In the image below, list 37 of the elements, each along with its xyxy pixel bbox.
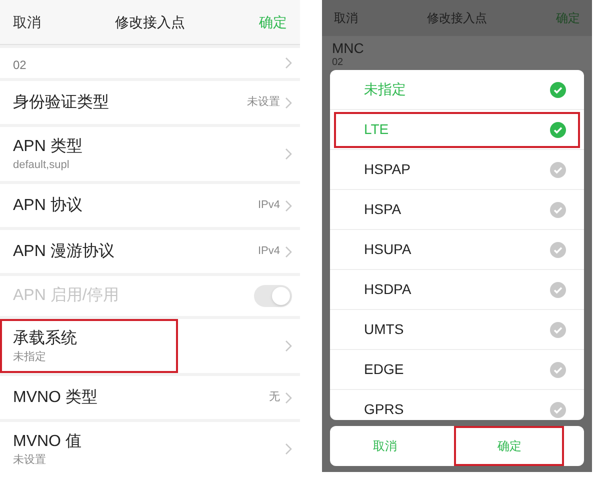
chevron-icon (285, 148, 292, 160)
row-value: 未设置 (247, 95, 280, 110)
row-title: APN 协议 (13, 196, 82, 216)
highlighted-row[interactable]: 承载系统 未指定 (0, 319, 178, 373)
option-item[interactable]: EDGE (334, 352, 580, 388)
row-title: APN 漫游协议 (13, 242, 114, 262)
option-item[interactable]: HSUPA (334, 232, 580, 268)
chevron-icon (285, 340, 292, 352)
option-item[interactable]: UMTS (334, 312, 580, 348)
row-subtitle: default,supl (13, 158, 70, 172)
row-title: 身份验证类型 (13, 92, 109, 112)
chevron-icon (285, 96, 292, 108)
row-value: IPv4 (258, 244, 280, 260)
option-item[interactable]: HSDPA (334, 272, 580, 308)
chevron-icon (285, 443, 292, 455)
chevron-icon (285, 246, 292, 258)
row-title: APN 类型 (13, 136, 82, 157)
page-title: 修改接入点 (427, 10, 487, 27)
chevron-icon (285, 57, 292, 69)
option-item[interactable]: HSPAP (334, 152, 580, 188)
row-title: MNC (332, 40, 365, 57)
row-value: IPv4 (258, 198, 280, 214)
row-subtitle: 未设置 (13, 453, 47, 467)
row-title: MVNO 值 (13, 432, 82, 452)
row-subtitle: 02 (13, 57, 26, 74)
row-value: 无 (269, 390, 280, 406)
option-item[interactable]: HSPA (334, 192, 580, 228)
cancel-button[interactable]: 取消 (13, 12, 41, 32)
row-subtitle: 未指定 (13, 350, 47, 364)
row-subtitle: 02 (332, 57, 344, 68)
option-item[interactable]: GPRS (334, 392, 580, 420)
chevron-icon (285, 200, 292, 212)
row-title: MVNO 类型 (13, 388, 98, 408)
row-title: 承载系统 (13, 328, 78, 349)
row-title: APN 启用/停用 (13, 286, 119, 306)
chevron-icon (285, 392, 292, 404)
page-title: 修改接入点 (115, 12, 185, 32)
